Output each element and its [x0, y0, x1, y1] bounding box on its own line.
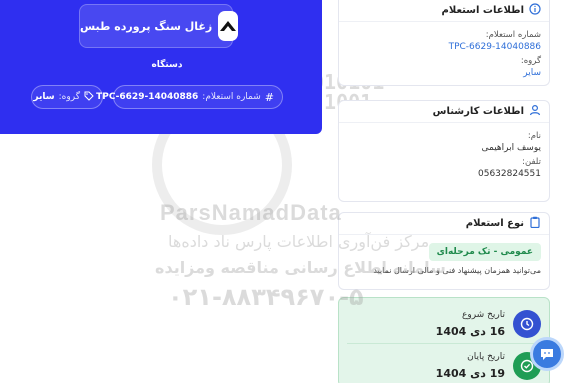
end-date-row: تاریخ پایان 19 دی 1404 [337, 346, 549, 383]
end-date-value: 19 دی 1404 [435, 367, 505, 380]
group-label: گروه: [58, 92, 80, 102]
organization-logo-icon [218, 11, 239, 41]
chat-support-button[interactable] [530, 337, 564, 371]
inquiry-type-badge: عمومی - تک مرحله‌ای [428, 243, 541, 261]
watermark-phone: ۰۲۱-۸۸۳۴۹۶۷۰-۵ [168, 283, 364, 311]
group-value: سایر [33, 92, 55, 102]
info-icon [529, 3, 541, 18]
inquiry-type-card: نوع استعلام عمومی - تک مرحله‌ای می‌توانی… [338, 212, 550, 290]
start-date-label: تاریخ شروع [462, 310, 505, 320]
inquiry-type-description: می‌توانید همزمان پیشنهاد فنی و مالی ارسا… [373, 266, 541, 275]
tender-number-label: شماره استعلام: [202, 92, 261, 102]
organization-name: زغال سنگ پرورده طبس [80, 19, 213, 33]
expert-phone-label: تلفن: [522, 157, 541, 167]
expert-name-value: یوسف ابراهیمی [481, 143, 541, 153]
expert-phone-value[interactable]: 05632824551 [347, 169, 541, 179]
watermark-brand: ParsNamadData [160, 200, 342, 225]
inquiry-number-value[interactable]: TPC-6629-14040886 [347, 42, 541, 52]
tag-icon [84, 91, 94, 104]
expert-info-title: اطلاعات کارشناس [432, 106, 524, 117]
expert-info-header: اطلاعات کارشناس [339, 101, 549, 123]
dates-panel: تاریخ شروع 16 دی 1404 تاریخ پایان 19 دی … [338, 297, 550, 383]
expert-info-card: اطلاعات کارشناس نام: یوسف ابراهیمی تلفن:… [338, 100, 550, 202]
end-date-label: تاریخ پایان [467, 352, 505, 362]
chat-bubble-icon [541, 349, 553, 360]
organization-card: زغال سنگ پرورده طبس [79, 4, 239, 48]
start-date-row: تاریخ شروع 16 دی 1404 [337, 304, 549, 344]
tender-number-chip: # شماره استعلام: TPC-6629-14040886 [96, 85, 283, 109]
inquiry-info-header: اطلاعات استعلام [339, 0, 549, 22]
inquiry-type-title: نوع استعلام [465, 218, 524, 229]
expert-name-label: نام: [527, 131, 541, 141]
hero-panel: زغال سنگ پرورده طبس دستگاه # شماره استعل… [0, 0, 322, 134]
inquiry-info-card: اطلاعات استعلام شماره استعلام: TPC-6629-… [338, 0, 550, 86]
inquiry-group-label: گروه: [520, 56, 541, 66]
group-chip: گروه: سایر [31, 85, 103, 109]
inquiry-type-header: نوع استعلام [339, 213, 549, 235]
user-icon [529, 104, 541, 119]
tender-number-value: TPC-6629-14040886 [96, 92, 199, 102]
hash-icon: # [264, 90, 274, 104]
inquiry-number-label: شماره استعلام: [485, 30, 541, 40]
inquiry-group-value[interactable]: سایر [347, 68, 541, 78]
clock-icon [513, 310, 541, 338]
start-date-value: 16 دی 1404 [435, 325, 505, 338]
details-sidebar: اطلاعات استعلام شماره استعلام: TPC-6629-… [338, 0, 550, 383]
organization-type: دستگاه [151, 60, 183, 70]
inquiry-info-title: اطلاعات استعلام [441, 5, 524, 16]
dates-divider [347, 343, 541, 344]
clipboard-icon [529, 216, 541, 231]
